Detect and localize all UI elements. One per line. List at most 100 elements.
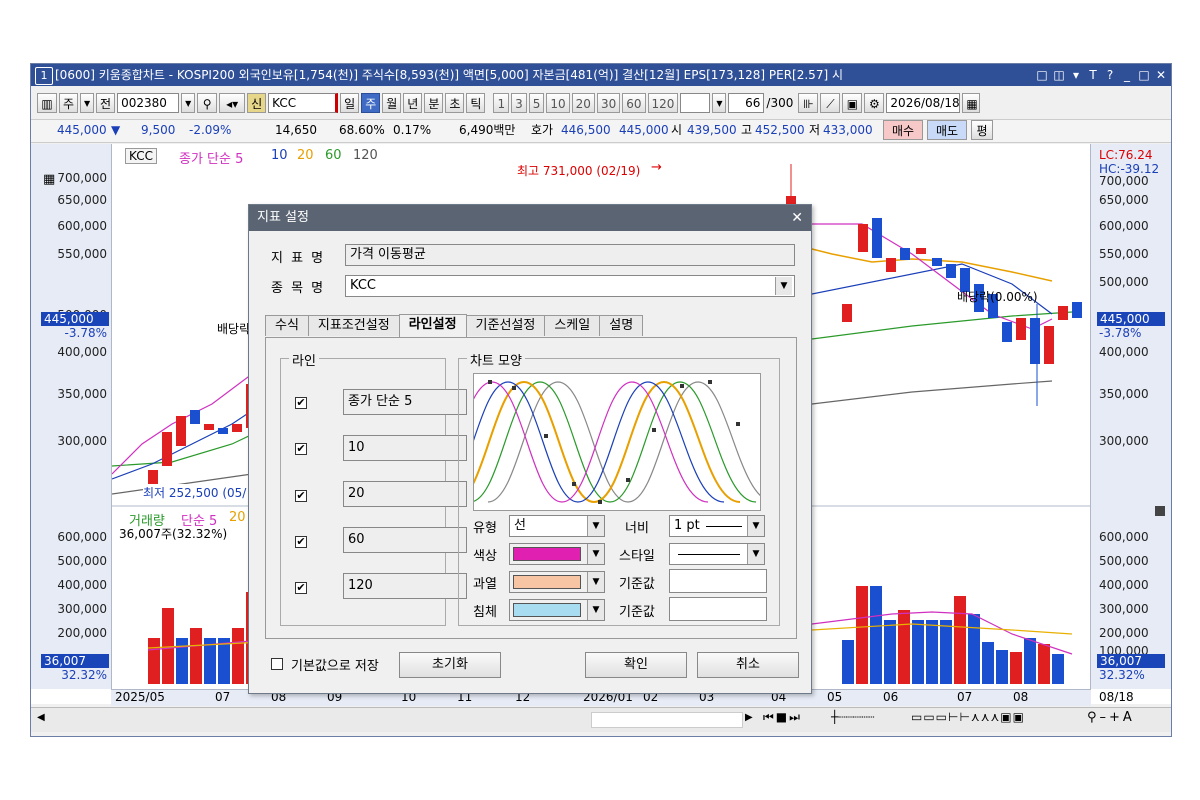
width-select[interactable]: 1 pt ▼ — [669, 515, 765, 537]
interval-1[interactable]: 1 — [493, 93, 510, 113]
help-icon[interactable]: ? — [1104, 64, 1116, 86]
trend-icon[interactable]: ⟋ — [820, 93, 841, 113]
vol-panel-close-icon[interactable] — [1155, 506, 1165, 516]
scroll-right-icon[interactable]: ▶ — [745, 712, 753, 723]
pin-icon[interactable]: ▾ — [1070, 64, 1082, 86]
chevron-down-icon[interactable]: ▼ — [587, 544, 604, 564]
buy-button[interactable]: 매수 — [883, 120, 923, 140]
reset-button[interactable]: 초기화 — [399, 652, 501, 678]
tab-formula[interactable]: 수식 — [265, 315, 309, 336]
legend-period-20[interactable]: 20 — [297, 148, 314, 163]
code-dropdown-icon[interactable]: ▼ — [181, 93, 196, 113]
count-input[interactable]: 66 — [728, 93, 765, 113]
speaker-icon[interactable]: ◂▾ — [219, 93, 246, 113]
legend-ma[interactable]: 종가 단순 5 — [179, 148, 243, 167]
stock-name-input[interactable]: KCC — [268, 93, 339, 113]
chevron-down-icon[interactable]: ▼ — [587, 572, 604, 592]
interval-10[interactable]: 10 — [546, 93, 570, 113]
chevron-down-icon[interactable]: ▼ — [747, 516, 764, 536]
type-select[interactable]: 선 ▼ — [509, 515, 605, 537]
vol-tick: 500,000 — [57, 554, 107, 568]
overheat-color-select[interactable]: ▼ — [509, 571, 605, 593]
tab-indicator-conditions[interactable]: 지표조건설정 — [307, 315, 400, 336]
tab-baseline-settings[interactable]: 기준선설정 — [465, 315, 546, 336]
chevron-down-icon[interactable]: ▼ — [747, 544, 764, 564]
legend-period-120[interactable]: 120 — [353, 148, 378, 163]
save-default-checkbox[interactable] — [271, 658, 283, 670]
scroll-left-icon[interactable]: ◀ — [37, 712, 45, 723]
text-icon[interactable]: T — [1087, 64, 1099, 86]
depress-color-select[interactable]: ▼ — [509, 599, 605, 621]
cancel-button[interactable]: 취소 — [697, 652, 799, 678]
tf-month[interactable]: 월 — [382, 93, 402, 113]
interval-dropdown-icon[interactable]: ▼ — [712, 93, 727, 113]
line-checkbox-1[interactable]: ✔ — [295, 397, 307, 409]
stock-code-input[interactable]: 002380 — [117, 93, 180, 113]
tab-line-settings[interactable]: 라인설정 — [398, 314, 467, 337]
interval-5[interactable]: 5 — [528, 93, 545, 113]
drawing-tools-icon[interactable]: ▭▭▭⊢⊢⋏⋏⋏▣▣ — [911, 710, 1025, 724]
chart-table-icon[interactable]: ▦ — [43, 172, 55, 187]
interval-120[interactable]: 120 — [647, 93, 679, 113]
line-input-1[interactable]: 종가 단순 5 — [343, 389, 467, 415]
interval-60[interactable]: 60 — [622, 93, 646, 113]
legend-period-60[interactable]: 60 — [325, 148, 342, 163]
period-button[interactable]: 주 — [59, 93, 79, 113]
ok-button[interactable]: 확인 — [585, 652, 687, 678]
zoom-slider[interactable]: ┼┈┈┈┈┈ — [831, 710, 874, 724]
gear-icon[interactable]: ⚙ — [864, 93, 885, 113]
tf-tick[interactable]: 틱 — [466, 93, 486, 113]
period-dropdown-icon[interactable]: ▼ — [80, 93, 95, 113]
legend-period-10[interactable]: 10 — [271, 148, 288, 163]
new-button[interactable]: 신 — [247, 93, 267, 113]
line-input-2[interactable]: 10 — [343, 435, 467, 461]
prev-button[interactable]: 전 — [96, 93, 116, 113]
line-input-5[interactable]: 120 — [343, 573, 467, 599]
restore-icon[interactable]: □ — [1036, 64, 1048, 86]
style-select[interactable]: ▼ — [669, 543, 765, 565]
legend-name-box[interactable]: KCC — [125, 148, 157, 164]
tf-week[interactable]: 주 — [361, 93, 381, 113]
maximize-icon[interactable]: □ — [1138, 64, 1150, 86]
tf-minute[interactable]: 분 — [424, 93, 444, 113]
baseline-input-1[interactable] — [669, 569, 767, 593]
layout-icon[interactable]: ▥ — [37, 93, 57, 113]
line-checkbox-5[interactable]: ✔ — [295, 582, 307, 594]
tf-day[interactable]: 일 — [340, 93, 360, 113]
chevron-down-icon[interactable]: ▼ — [775, 277, 792, 295]
zoom-icons[interactable]: ⚲–+A — [1087, 710, 1135, 725]
close-icon[interactable]: ✕ — [1155, 64, 1167, 86]
dialog-close-icon[interactable]: ✕ — [791, 205, 803, 231]
calendar-icon[interactable]: ▦ — [962, 93, 981, 113]
tf-year[interactable]: 년 — [403, 93, 423, 113]
line-input-4[interactable]: 60 — [343, 527, 467, 553]
interval-20[interactable]: 20 — [571, 93, 595, 113]
date-input[interactable]: 2026/08/18 — [886, 93, 961, 113]
sell-button[interactable]: 매도 — [927, 120, 967, 140]
chevron-down-icon[interactable]: ▼ — [587, 516, 604, 536]
candle-icon[interactable]: ⊪ — [798, 93, 819, 113]
tab-scale[interactable]: 스케일 — [544, 315, 601, 336]
stock-name-combo[interactable]: KCC ▼ — [345, 275, 795, 297]
chevron-down-icon[interactable]: ▼ — [587, 600, 604, 620]
line-input-3[interactable]: 20 — [343, 481, 467, 507]
window-number-icon[interactable]: 1 — [35, 67, 53, 85]
save-icon[interactable]: ▣ — [842, 93, 863, 113]
line-checkbox-4[interactable]: ✔ — [295, 536, 307, 548]
interval-custom-input[interactable] — [680, 93, 711, 113]
scroll-track[interactable] — [591, 712, 743, 728]
interval-3[interactable]: 3 — [511, 93, 527, 113]
search-icon[interactable]: ⚲ — [197, 93, 218, 113]
line-checkbox-2[interactable]: ✔ — [295, 443, 307, 455]
line-checkbox-3[interactable]: ✔ — [295, 490, 307, 502]
eval-button[interactable]: 평 — [971, 120, 993, 140]
color-select[interactable]: ▼ — [509, 543, 605, 565]
vol-legend-period[interactable]: 20 — [229, 510, 246, 525]
play-controls-icon[interactable]: ⏮■⏭ — [763, 710, 802, 725]
tab-description[interactable]: 설명 — [599, 315, 644, 336]
minimize-icon[interactable]: _ — [1121, 64, 1133, 86]
tile-icon[interactable]: ◫ — [1053, 64, 1065, 86]
tf-second[interactable]: 초 — [445, 93, 465, 113]
interval-30[interactable]: 30 — [596, 93, 621, 113]
baseline-input-2[interactable] — [669, 597, 767, 621]
